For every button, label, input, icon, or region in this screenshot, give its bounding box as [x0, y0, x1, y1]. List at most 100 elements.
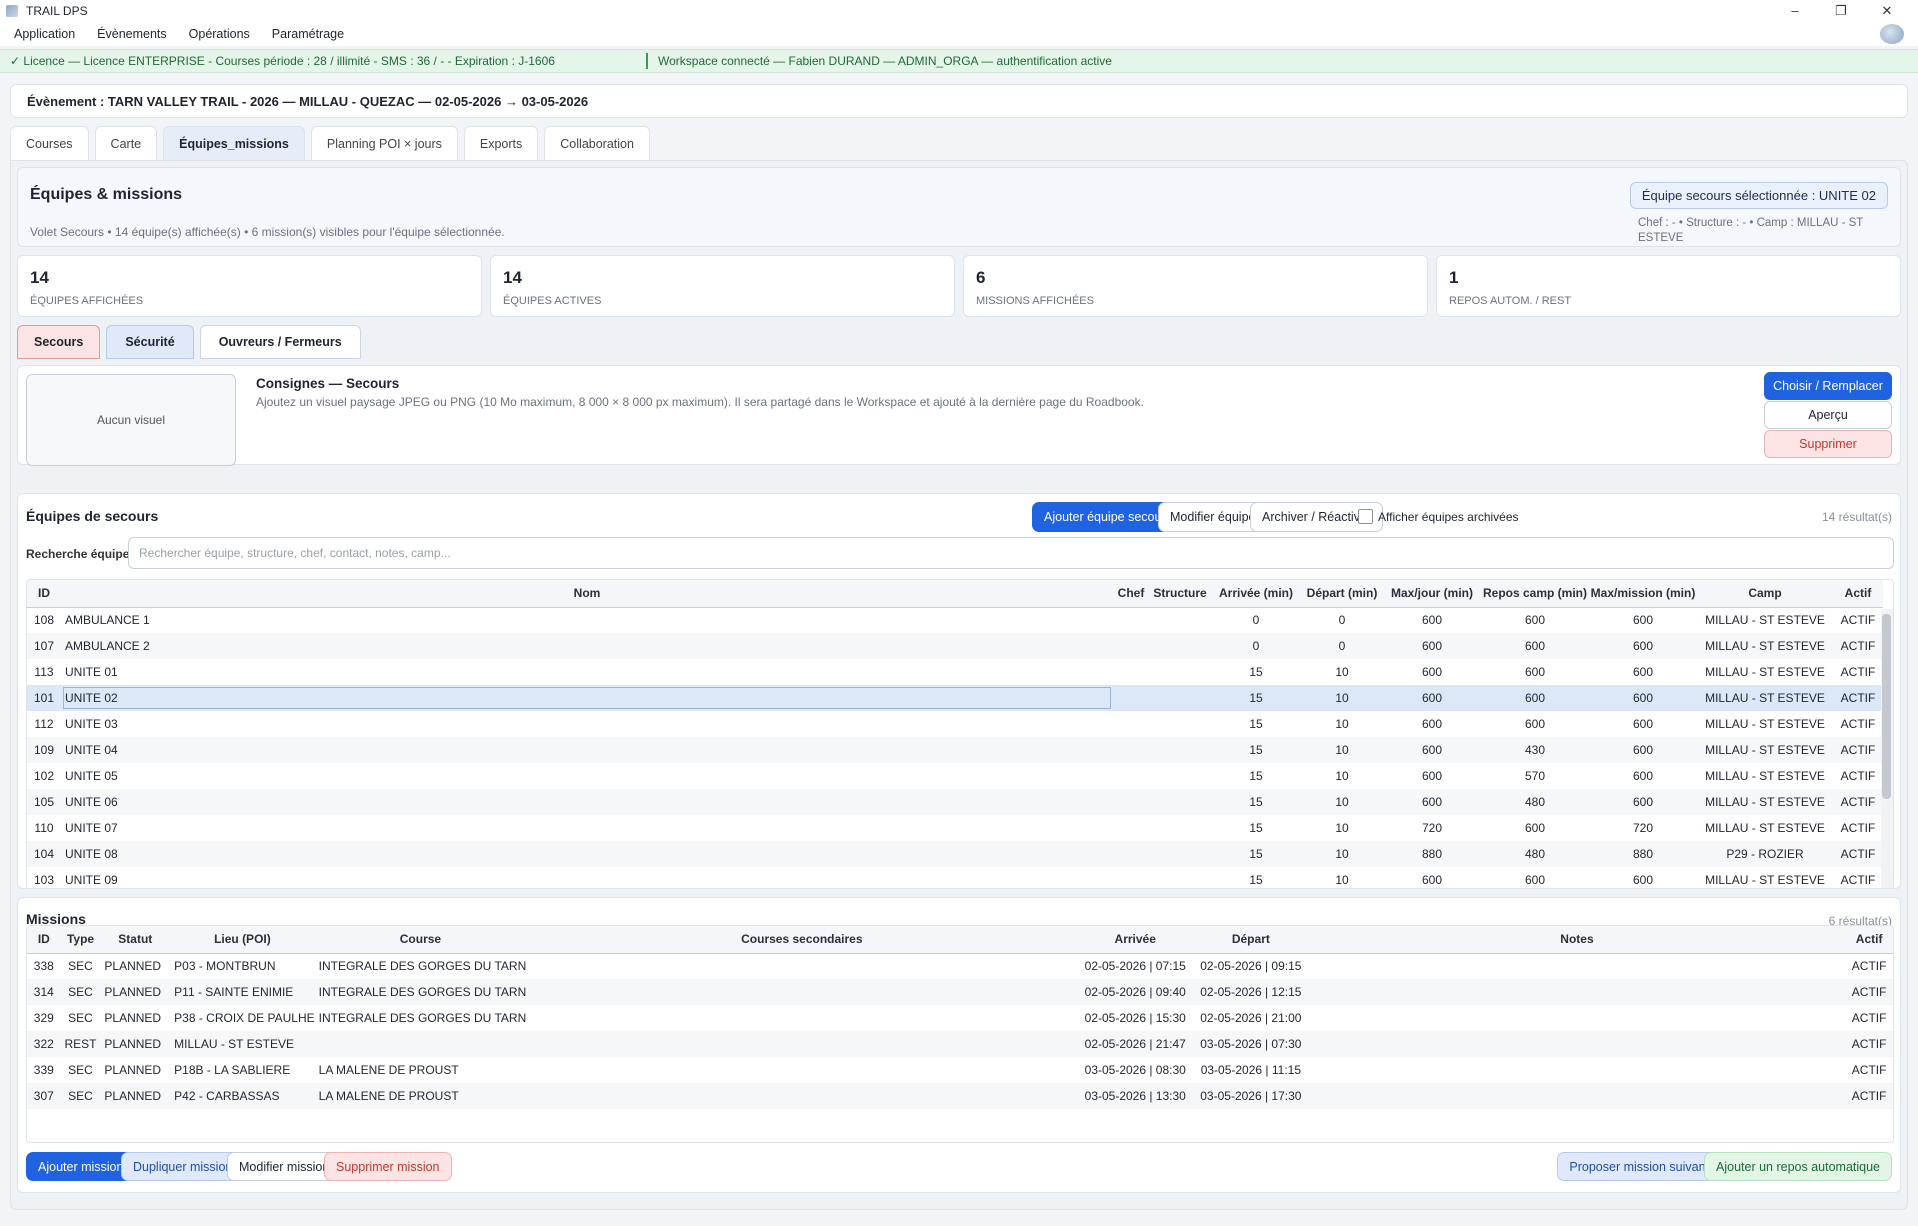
teams-scrollbar-thumb[interactable]: [1882, 614, 1891, 799]
table-row[interactable]: 101 UNITE 02 15 10 600 600 600 MILLAU - ST ESTE…: [27, 685, 1883, 711]
col-max-jour[interactable]: Max/jour (min): [1383, 580, 1481, 608]
tab-ouvreurs-fermeurs[interactable]: Ouvreurs / Fermeurs: [199, 325, 361, 359]
close-icon[interactable]: ✕: [1864, 0, 1910, 22]
propose-next-mission-button[interactable]: Proposer mission suivante: [1557, 1152, 1728, 1181]
volet-tabs: Secours Sécurité Ouvreurs / Fermeurs: [17, 325, 361, 359]
table-cell: MILLAU - ST ESTEVE: [1705, 873, 1825, 887]
menu-operations[interactable]: Opérations: [189, 27, 250, 41]
table-cell: SEC: [68, 1063, 93, 1077]
tab-planning[interactable]: Planning POI × jours: [310, 126, 458, 160]
stat-auto-rest: 1 Repos autom. / REST: [1436, 255, 1901, 317]
table-row[interactable]: 102 UNITE 05 15 10 600 570 600 MILLAU - ST ESTE…: [27, 763, 1883, 789]
add-mission-button[interactable]: Ajouter mission: [26, 1152, 136, 1181]
table-row[interactable]: 314 SEC PLANNED P11 - SAINTE ENIMIE INTEGRAL…: [27, 979, 1893, 1005]
tab-content: Équipes & missions Volet Secours • 14 éq…: [10, 160, 1908, 1210]
table-row[interactable]: 112 UNITE 03 15 10 600 600 600 MILLAU - ST ESTE…: [27, 711, 1883, 737]
col-nom[interactable]: Nom: [61, 580, 1113, 608]
teams-result-count: 14 résultat(s): [1821, 510, 1892, 524]
table-cell: [1113, 685, 1149, 711]
table-cell: 339: [33, 1063, 54, 1077]
team-search-input[interactable]: [128, 537, 1894, 569]
table-cell: [1113, 607, 1149, 633]
col-statut[interactable]: Statut: [100, 926, 171, 954]
add-auto-rest-button[interactable]: Ajouter un repos automatique: [1704, 1152, 1892, 1181]
tab-secours[interactable]: Secours: [17, 325, 101, 359]
choose-replace-button[interactable]: Choisir / Remplacer: [1764, 372, 1892, 400]
table-cell: 0: [1252, 613, 1260, 628]
table-cell: ACTIF: [1833, 789, 1883, 815]
table-cell: [1308, 1083, 1846, 1109]
teams-table: ID Nom Chef Structure Arrivée (min) Dépa…: [26, 579, 1894, 888]
col-id[interactable]: ID: [27, 926, 61, 954]
table-row[interactable]: 109 UNITE 04 15 10 600 430 600 MILLAU - ST ESTE…: [27, 737, 1883, 763]
delete-visual-button[interactable]: Supprimer: [1764, 430, 1892, 458]
minimize-icon[interactable]: –: [1772, 0, 1818, 22]
table-cell: [1149, 815, 1211, 841]
col-notes[interactable]: Notes: [1308, 926, 1846, 954]
delete-mission-button[interactable]: Supprimer mission: [324, 1152, 452, 1181]
preview-button[interactable]: Aperçu: [1764, 401, 1892, 429]
tab-carte[interactable]: Carte: [94, 126, 158, 160]
table-cell: 480: [1481, 841, 1589, 867]
table-row[interactable]: 338 SEC PLANNED P03 - MONTBRUN INTEGRALE DES…: [27, 953, 1893, 979]
col-actif[interactable]: Actif: [1833, 580, 1883, 608]
col-type[interactable]: Type: [60, 926, 101, 954]
col-chef[interactable]: Chef: [1113, 580, 1149, 608]
table-row[interactable]: 107 AMBULANCE 2 0 0 600 600 600 MILLAU - ST EST…: [27, 633, 1883, 659]
selected-team-badge: Équipe secours sélectionnée : UNITE 02: [1629, 182, 1888, 209]
table-row[interactable]: 105 UNITE 06 15 10 600 480 600 MILLAU - ST ESTE…: [27, 789, 1883, 815]
table-cell: 03-05-2026 | 17:30: [1193, 1083, 1309, 1109]
table-row[interactable]: 322 REST PLANNED MILLAU - ST ESTEVE 02-05-20…: [27, 1031, 1893, 1057]
table-cell: 430: [1481, 737, 1589, 763]
col-lieu[interactable]: Lieu (POI): [170, 926, 315, 954]
table-row[interactable]: 329 SEC PLANNED P38 - CROIX DE PAULHE INTEGR…: [27, 1005, 1893, 1031]
col-repos-camp[interactable]: Repos camp (min): [1481, 580, 1589, 608]
menu-evenements[interactable]: Évènements: [97, 27, 166, 41]
col-camp[interactable]: Camp: [1697, 580, 1833, 608]
table-cell: SEC: [68, 959, 93, 974]
col-actif[interactable]: Actif: [1845, 926, 1893, 954]
col-structure[interactable]: Structure: [1149, 580, 1211, 608]
table-cell: [1309, 953, 1846, 979]
table-row[interactable]: 307 SEC PLANNED P42 - CARBASSAS LA MALENE DE…: [27, 1083, 1893, 1109]
table-row[interactable]: 103 UNITE 09 15 10 600 600 600 MILLAU - ST ESTE…: [27, 867, 1883, 888]
col-course[interactable]: Course: [314, 926, 527, 954]
col-arrivee[interactable]: Arrivée (min): [1211, 580, 1301, 608]
table-cell: 600: [1524, 613, 1546, 628]
table-cell: 600: [1421, 613, 1443, 628]
menu-application[interactable]: Application: [14, 27, 75, 41]
col-id[interactable]: ID: [27, 580, 61, 608]
table-cell: 314: [27, 979, 61, 1005]
table-cell: 600: [1524, 717, 1546, 731]
col-courses-secondaires[interactable]: Courses secondaires: [526, 926, 1078, 954]
search-label: Recherche équipe: [26, 547, 130, 561]
table-cell: 02-05-2026 | 09:40: [1077, 979, 1194, 1005]
table-cell: 880: [1383, 841, 1481, 867]
tab-equipes-missions[interactable]: Équipes_missions: [163, 126, 305, 160]
stat-teams-displayed: 14 Équipes affichées: [17, 255, 482, 317]
table-row[interactable]: 104 UNITE 08 15 10 880 480 880 P29 - ROZIER ACTI…: [27, 841, 1883, 867]
window-controls: – ❐ ✕: [1772, 0, 1910, 22]
tab-exports[interactable]: Exports: [463, 126, 539, 160]
tab-collaboration[interactable]: Collaboration: [544, 126, 650, 160]
col-depart[interactable]: Départ: [1193, 926, 1309, 954]
table-cell: MILLAU - ST ESTEVE: [1705, 613, 1825, 628]
table-row[interactable]: 339 SEC PLANNED P18B - LA SABLIERE LA MALENE…: [27, 1057, 1893, 1083]
show-archived-checkbox[interactable]: [1358, 509, 1373, 524]
table-cell: 15: [1211, 737, 1301, 763]
menu-parametrage[interactable]: Paramétrage: [272, 27, 344, 41]
restore-icon[interactable]: ❐: [1818, 0, 1864, 22]
table-row[interactable]: 108 AMBULANCE 1 0 0 600 600 600 MILLAU - ST EST…: [27, 607, 1883, 633]
table-row[interactable]: 110 UNITE 07 15 10 720 600 720 MILLAU - ST ESTE…: [27, 815, 1883, 841]
table-cell: 600: [1632, 613, 1654, 628]
tab-securite[interactable]: Sécurité: [106, 325, 194, 359]
col-max-mission[interactable]: Max/mission (min): [1589, 580, 1697, 608]
table-cell: ACTIF: [1833, 633, 1883, 659]
tab-courses[interactable]: Courses: [10, 126, 89, 160]
duplicate-mission-button[interactable]: Dupliquer mission: [121, 1152, 245, 1181]
table-cell: [1309, 1057, 1846, 1083]
col-arrivee[interactable]: Arrivée: [1077, 926, 1194, 954]
table-row[interactable]: 113 UNITE 01 15 10 600 600 600 MILLAU - ST ESTE…: [27, 659, 1883, 685]
col-depart[interactable]: Départ (min): [1301, 580, 1383, 608]
table-cell: [1113, 711, 1149, 737]
